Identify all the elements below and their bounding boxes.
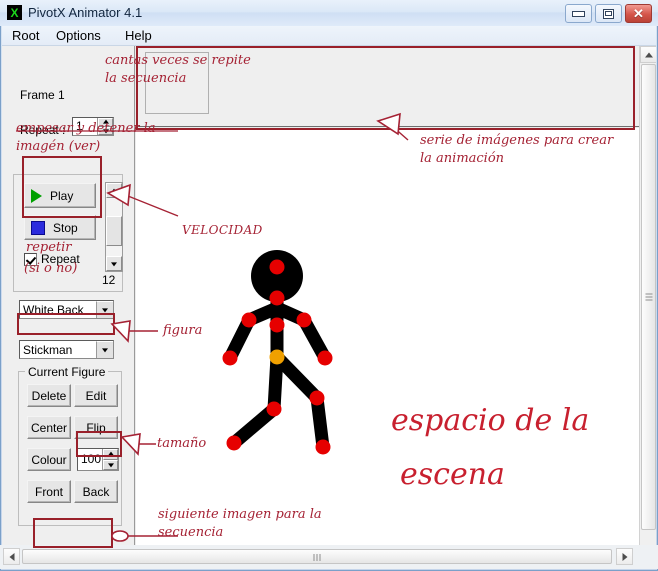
back-button[interactable]: Back	[74, 480, 118, 503]
menu-item-root[interactable]: Root	[8, 28, 43, 44]
animation-canvas[interactable]	[136, 128, 639, 569]
minimize-icon	[572, 10, 585, 17]
figure-select-value: Stickman	[23, 342, 73, 357]
frame-strip[interactable]	[136, 46, 639, 127]
chevron-down-icon[interactable]	[96, 301, 113, 318]
horizontal-scroll-thumb[interactable]	[22, 549, 612, 564]
left-control-panel: Frame 1 Repeat : 1 Play Stop 12 Repeat W…	[2, 46, 135, 569]
repeat-stepper-down[interactable]	[98, 126, 113, 135]
vertical-scrollbar[interactable]	[639, 46, 656, 569]
scroll-left-button[interactable]	[3, 548, 20, 565]
speed-up-arrow[interactable]	[106, 183, 122, 198]
scale-value[interactable]: 100	[78, 449, 102, 470]
repeat-stepper-up[interactable]	[98, 118, 113, 127]
vertical-scroll-thumb[interactable]	[641, 64, 656, 530]
stop-icon	[31, 220, 45, 235]
speed-scrollbar[interactable]	[105, 182, 123, 272]
title-bar[interactable]: X PivotX Animator 4.1 ✕	[0, 0, 658, 26]
play-label: Play	[50, 188, 74, 203]
scale-stepper-buttons[interactable]	[102, 449, 118, 470]
scroll-grip-icon	[645, 292, 652, 303]
repeat-value[interactable]: 1	[73, 118, 97, 135]
repeat-checkbox[interactable]: Repeat	[24, 252, 80, 266]
stop-label: Stop	[53, 220, 78, 235]
background-select-value: White Back	[23, 302, 84, 317]
speed-down-arrow[interactable]	[106, 256, 122, 271]
minimize-button[interactable]	[565, 4, 592, 23]
chevron-down-icon-figure[interactable]	[96, 341, 113, 358]
speed-track[interactable]	[106, 198, 122, 256]
delete-button[interactable]: Delete	[27, 384, 71, 407]
scroll-grip-h-icon	[313, 550, 322, 564]
stickman-figure[interactable]	[136, 128, 639, 569]
edit-button[interactable]: Edit	[74, 384, 118, 407]
repeat-checkbox-label: Repeat	[41, 252, 80, 266]
maximize-icon	[603, 8, 614, 19]
repeat-stepper[interactable]: 1	[72, 117, 114, 136]
frame-label: Frame 1	[20, 88, 65, 102]
close-icon: ✕	[633, 6, 644, 21]
app-icon: X	[7, 5, 22, 20]
flip-button[interactable]: Flip	[74, 416, 118, 439]
client-area: Root Options Help Frame 1 Repeat : 1 Pla…	[2, 26, 656, 569]
menu-bar: Root Options Help	[2, 26, 656, 46]
colour-button[interactable]: Colour	[27, 448, 71, 471]
repeat-checkbox-box[interactable]	[24, 252, 37, 266]
window-controls: ✕	[565, 4, 652, 23]
speed-value: 12	[102, 273, 116, 287]
window-title: PivotX Animator 4.1	[28, 5, 143, 20]
figure-select[interactable]: Stickman	[19, 340, 114, 359]
maximize-button[interactable]	[595, 4, 622, 23]
front-button[interactable]: Front	[27, 480, 71, 503]
application-window: X PivotX Animator 4.1 ✕ Root Options Hel…	[0, 0, 658, 571]
close-button[interactable]: ✕	[625, 4, 652, 23]
horizontal-scrollbar[interactable]	[0, 545, 658, 569]
speed-thumb[interactable]	[106, 216, 122, 246]
play-button[interactable]: Play	[24, 183, 96, 208]
repeat-field-label: Repeat :	[20, 123, 66, 137]
current-figure-group-title: Current Figure	[25, 365, 109, 379]
scale-stepper-up[interactable]	[103, 449, 118, 460]
scale-stepper[interactable]: 100	[77, 448, 119, 471]
frame-thumbnail[interactable]	[145, 52, 209, 114]
scroll-up-button[interactable]	[640, 46, 656, 63]
scale-stepper-down[interactable]	[103, 459, 118, 470]
center-button[interactable]: Center	[27, 416, 71, 439]
background-select[interactable]: White Back	[19, 300, 114, 319]
repeat-stepper-buttons[interactable]	[97, 118, 113, 135]
menu-item-help[interactable]: Help	[121, 28, 156, 44]
menu-item-options[interactable]: Options	[52, 28, 105, 44]
play-icon	[31, 188, 42, 203]
scroll-right-button[interactable]	[616, 548, 633, 565]
stop-button[interactable]: Stop	[24, 215, 96, 240]
